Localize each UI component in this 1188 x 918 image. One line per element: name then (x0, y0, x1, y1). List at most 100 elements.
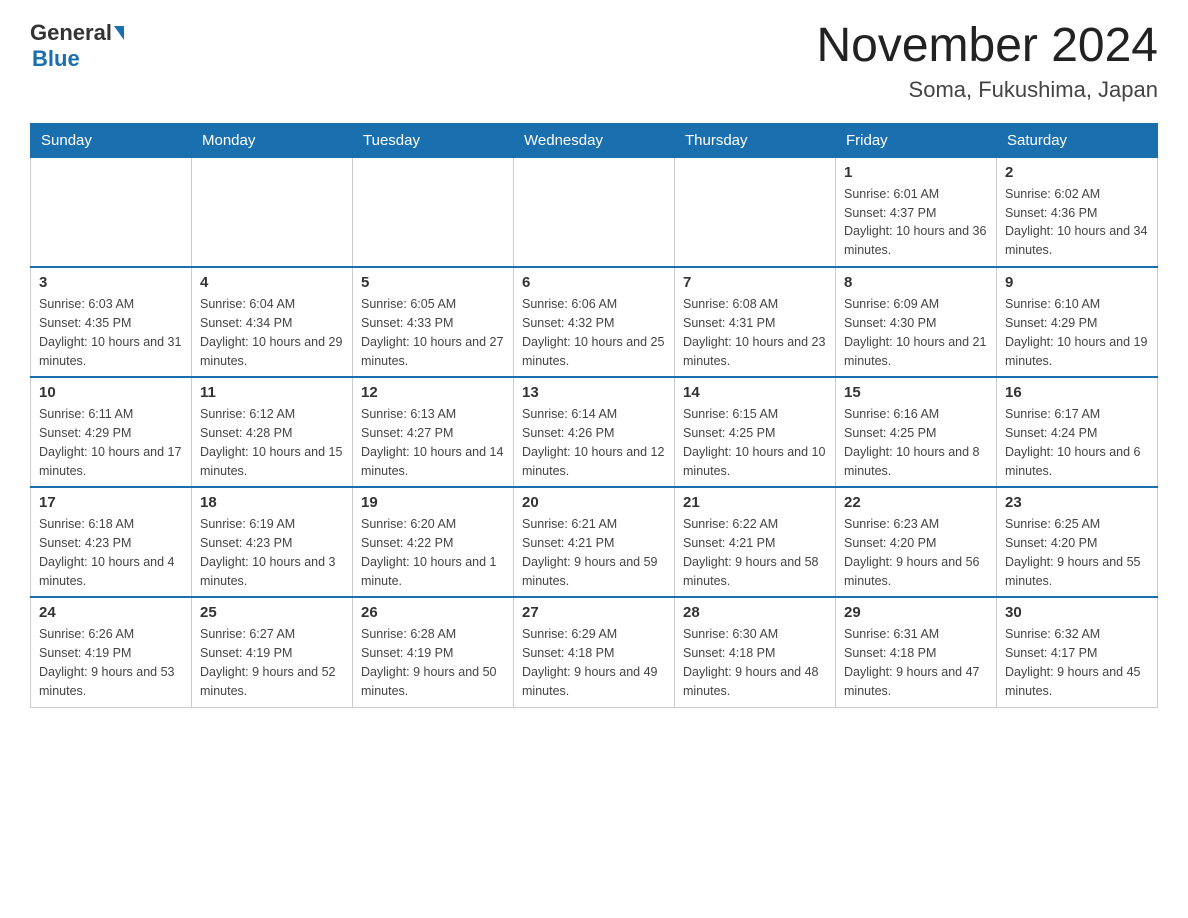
title-section: November 2024 Soma, Fukushima, Japan (816, 20, 1158, 103)
day-info: Sunrise: 6:19 AM Sunset: 4:23 PM Dayligh… (200, 515, 344, 590)
calendar-cell (353, 157, 514, 267)
calendar-week-row: 24 Sunrise: 6:26 AM Sunset: 4:19 PM Dayli… (31, 597, 1158, 707)
day-info: Sunrise: 6:16 AM Sunset: 4:25 PM Dayligh… (844, 405, 988, 480)
day-info: Sunrise: 6:21 AM Sunset: 4:21 PM Dayligh… (522, 515, 666, 590)
calendar-cell: 28 Sunrise: 6:30 AM Sunset: 4:18 PM Dayli… (675, 597, 836, 707)
day-number: 27 (522, 604, 666, 621)
day-info: Sunrise: 6:03 AM Sunset: 4:35 PM Dayligh… (39, 295, 183, 370)
calendar-week-row: 10 Sunrise: 6:11 AM Sunset: 4:29 PM Dayli… (31, 377, 1158, 487)
day-number: 19 (361, 494, 505, 511)
calendar-cell: 20 Sunrise: 6:21 AM Sunset: 4:21 PM Dayli… (514, 487, 675, 597)
calendar-cell: 8 Sunrise: 6:09 AM Sunset: 4:30 PM Daylig… (836, 267, 997, 377)
day-number: 16 (1005, 384, 1149, 401)
day-number: 3 (39, 274, 183, 291)
calendar-cell: 30 Sunrise: 6:32 AM Sunset: 4:17 PM Dayli… (997, 597, 1158, 707)
day-number: 11 (200, 384, 344, 401)
calendar-cell: 24 Sunrise: 6:26 AM Sunset: 4:19 PM Dayli… (31, 597, 192, 707)
day-number: 5 (361, 274, 505, 291)
logo-triangle-icon (114, 26, 124, 40)
calendar-cell: 22Sunrise: 6:23 AM Sunset: 4:20 PM Dayli… (836, 487, 997, 597)
calendar-cell (514, 157, 675, 267)
calendar-cell: 29 Sunrise: 6:31 AM Sunset: 4:18 PM Dayli… (836, 597, 997, 707)
day-number: 10 (39, 384, 183, 401)
day-number: 12 (361, 384, 505, 401)
day-number: 30 (1005, 604, 1149, 621)
column-header-wednesday: Wednesday (514, 123, 675, 157)
calendar-cell: 1 Sunrise: 6:01 AM Sunset: 4:37 PM Daylig… (836, 157, 997, 267)
calendar-table: SundayMondayTuesdayWednesdayThursdayFrid… (30, 123, 1158, 708)
column-header-tuesday: Tuesday (353, 123, 514, 157)
calendar-cell: 12 Sunrise: 6:13 AM Sunset: 4:27 PM Dayli… (353, 377, 514, 487)
day-info: Sunrise: 6:30 AM Sunset: 4:18 PM Dayligh… (683, 625, 827, 700)
calendar-cell: 18 Sunrise: 6:19 AM Sunset: 4:23 PM Dayli… (192, 487, 353, 597)
calendar-cell: 3 Sunrise: 6:03 AM Sunset: 4:35 PM Daylig… (31, 267, 192, 377)
calendar-cell: 21Sunrise: 6:22 AM Sunset: 4:21 PM Dayli… (675, 487, 836, 597)
day-number: 9 (1005, 274, 1149, 291)
day-info: Sunrise: 6:09 AM Sunset: 4:30 PM Dayligh… (844, 295, 988, 370)
calendar-cell (675, 157, 836, 267)
day-info: Sunrise: 6:12 AM Sunset: 4:28 PM Dayligh… (200, 405, 344, 480)
day-number: 23 (1005, 494, 1149, 511)
calendar-cell: 26 Sunrise: 6:28 AM Sunset: 4:19 PM Dayli… (353, 597, 514, 707)
calendar-cell: 15 Sunrise: 6:16 AM Sunset: 4:25 PM Dayli… (836, 377, 997, 487)
calendar-cell: 9Sunrise: 6:10 AM Sunset: 4:29 PM Daylig… (997, 267, 1158, 377)
calendar-cell: 7 Sunrise: 6:08 AM Sunset: 4:31 PM Daylig… (675, 267, 836, 377)
logo-blue: Blue (32, 46, 124, 72)
day-info: Sunrise: 6:14 AM Sunset: 4:26 PM Dayligh… (522, 405, 666, 480)
calendar-week-row: 1 Sunrise: 6:01 AM Sunset: 4:37 PM Daylig… (31, 157, 1158, 267)
day-info: Sunrise: 6:20 AM Sunset: 4:22 PM Dayligh… (361, 515, 505, 590)
day-number: 14 (683, 384, 827, 401)
calendar-cell: 16 Sunrise: 6:17 AM Sunset: 4:24 PM Dayli… (997, 377, 1158, 487)
day-number: 8 (844, 274, 988, 291)
day-number: 22 (844, 494, 988, 511)
column-header-monday: Monday (192, 123, 353, 157)
calendar-cell: 25Sunrise: 6:27 AM Sunset: 4:19 PM Dayli… (192, 597, 353, 707)
calendar-cell: 2 Sunrise: 6:02 AM Sunset: 4:36 PM Daylig… (997, 157, 1158, 267)
column-header-friday: Friday (836, 123, 997, 157)
day-info: Sunrise: 6:01 AM Sunset: 4:37 PM Dayligh… (844, 185, 988, 260)
calendar-cell: 4 Sunrise: 6:04 AM Sunset: 4:34 PM Daylig… (192, 267, 353, 377)
day-number: 17 (39, 494, 183, 511)
day-info: Sunrise: 6:08 AM Sunset: 4:31 PM Dayligh… (683, 295, 827, 370)
day-info: Sunrise: 6:27 AM Sunset: 4:19 PM Dayligh… (200, 625, 344, 700)
logo-general: General (30, 20, 112, 46)
day-number: 20 (522, 494, 666, 511)
day-info: Sunrise: 6:06 AM Sunset: 4:32 PM Dayligh… (522, 295, 666, 370)
day-number: 26 (361, 604, 505, 621)
day-number: 4 (200, 274, 344, 291)
day-info: Sunrise: 6:11 AM Sunset: 4:29 PM Dayligh… (39, 405, 183, 480)
day-number: 1 (844, 164, 988, 181)
day-info: Sunrise: 6:28 AM Sunset: 4:19 PM Dayligh… (361, 625, 505, 700)
day-info: Sunrise: 6:18 AM Sunset: 4:23 PM Dayligh… (39, 515, 183, 590)
day-info: Sunrise: 6:17 AM Sunset: 4:24 PM Dayligh… (1005, 405, 1149, 480)
day-number: 7 (683, 274, 827, 291)
day-info: Sunrise: 6:22 AM Sunset: 4:21 PM Dayligh… (683, 515, 827, 590)
calendar-cell: 11 Sunrise: 6:12 AM Sunset: 4:28 PM Dayli… (192, 377, 353, 487)
calendar-cell: 17 Sunrise: 6:18 AM Sunset: 4:23 PM Dayli… (31, 487, 192, 597)
day-info: Sunrise: 6:13 AM Sunset: 4:27 PM Dayligh… (361, 405, 505, 480)
day-number: 18 (200, 494, 344, 511)
day-info: Sunrise: 6:02 AM Sunset: 4:36 PM Dayligh… (1005, 185, 1149, 260)
day-info: Sunrise: 6:32 AM Sunset: 4:17 PM Dayligh… (1005, 625, 1149, 700)
column-header-saturday: Saturday (997, 123, 1158, 157)
calendar-title: November 2024 (816, 20, 1158, 73)
day-info: Sunrise: 6:15 AM Sunset: 4:25 PM Dayligh… (683, 405, 827, 480)
calendar-week-row: 17 Sunrise: 6:18 AM Sunset: 4:23 PM Dayli… (31, 487, 1158, 597)
day-number: 29 (844, 604, 988, 621)
day-number: 15 (844, 384, 988, 401)
calendar-header-row: SundayMondayTuesdayWednesdayThursdayFrid… (31, 123, 1158, 157)
page-header: General Blue November 2024 Soma, Fukushi… (30, 20, 1158, 103)
day-number: 28 (683, 604, 827, 621)
day-number: 6 (522, 274, 666, 291)
day-number: 13 (522, 384, 666, 401)
day-number: 2 (1005, 164, 1149, 181)
day-info: Sunrise: 6:26 AM Sunset: 4:19 PM Dayligh… (39, 625, 183, 700)
calendar-cell: 27Sunrise: 6:29 AM Sunset: 4:18 PM Dayli… (514, 597, 675, 707)
calendar-subtitle: Soma, Fukushima, Japan (816, 77, 1158, 103)
day-number: 24 (39, 604, 183, 621)
day-info: Sunrise: 6:31 AM Sunset: 4:18 PM Dayligh… (844, 625, 988, 700)
calendar-cell: 10 Sunrise: 6:11 AM Sunset: 4:29 PM Dayli… (31, 377, 192, 487)
calendar-cell: 14 Sunrise: 6:15 AM Sunset: 4:25 PM Dayli… (675, 377, 836, 487)
day-info: Sunrise: 6:04 AM Sunset: 4:34 PM Dayligh… (200, 295, 344, 370)
calendar-cell: 6 Sunrise: 6:06 AM Sunset: 4:32 PM Daylig… (514, 267, 675, 377)
